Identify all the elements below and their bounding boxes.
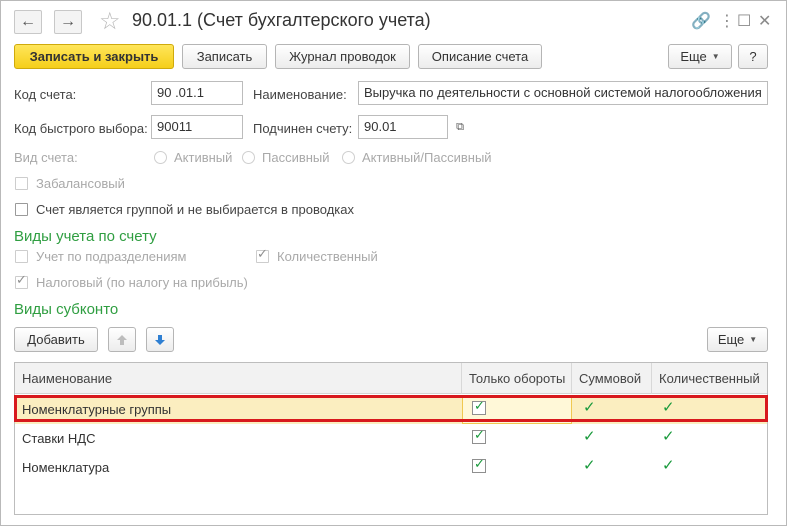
account-type-label: Вид счета: <box>14 150 78 165</box>
column-header-sum[interactable]: Суммовой <box>572 363 652 394</box>
account-description-button[interactable]: Описание счета <box>418 44 542 69</box>
more-button[interactable]: Еще ▼ <box>668 44 732 69</box>
forward-button[interactable]: → <box>54 10 82 34</box>
radio-passive[interactable] <box>242 151 255 164</box>
journal-button[interactable]: Журнал проводок <box>275 44 410 69</box>
quantity-check-icon: ✓ <box>662 428 675 445</box>
quick-code-field[interactable]: 90011 <box>151 115 243 139</box>
page-title: 90.01.1 (Счет бухгалтерского учета) <box>132 10 431 30</box>
division-label: Учет по подразделениям <box>36 249 187 264</box>
quantitative-label: Количественный <box>277 249 378 264</box>
sum-check-icon: ✓ <box>583 428 596 445</box>
turnover-checkbox[interactable]: ✓ <box>472 457 486 473</box>
subconto-table: Наименование Только обороты Суммовой Кол… <box>14 362 768 515</box>
sum-check-icon: ✓ <box>583 399 596 416</box>
chevron-down-icon: ▼ <box>711 52 720 61</box>
subconto-more-label: Еще <box>717 332 745 347</box>
quick-code-label: Код быстрого выбора: <box>14 121 148 136</box>
link-icon[interactable]: 🔗 <box>691 11 711 31</box>
radio-active[interactable] <box>154 151 167 164</box>
column-header-turnover[interactable]: Только обороты <box>462 363 572 394</box>
parent-account-label: Подчинен счету: <box>253 121 353 136</box>
column-header-name[interactable]: Наименование <box>15 363 462 394</box>
table-row[interactable]: Ставки НДС ✓ ✓ ✓ <box>15 424 767 453</box>
table-row[interactable]: Номенклатура ✓ ✓ ✓ <box>15 453 767 482</box>
group-checkbox[interactable] <box>15 203 28 216</box>
maximize-icon[interactable]: ☐ <box>737 11 751 31</box>
group-label: Счет является группой и не выбирается в … <box>36 202 354 217</box>
quantitative-checkbox[interactable]: ✓ <box>256 247 269 263</box>
account-form-window: ← → ☆ 90.01.1 (Счет бухгалтерского учета… <box>0 0 787 526</box>
tax-label: Налоговый (по налогу на прибыль) <box>36 275 248 290</box>
tax-checkbox[interactable]: ✓ <box>15 273 28 289</box>
radio-active-passive[interactable] <box>342 151 355 164</box>
name-field[interactable]: Выручка по деятельности с основной систе… <box>358 81 768 105</box>
offbalance-checkbox[interactable] <box>15 177 28 190</box>
open-icon[interactable]: ⧉ <box>450 116 470 138</box>
radio-active-passive-label: Активный/Пассивный <box>362 150 492 165</box>
help-button[interactable]: ? <box>738 44 768 69</box>
close-icon[interactable]: ✕ <box>758 11 771 31</box>
sum-check-icon: ✓ <box>583 457 596 474</box>
row-name: Ставки НДС <box>22 431 96 446</box>
division-checkbox[interactable] <box>15 250 28 263</box>
quantity-check-icon: ✓ <box>662 457 675 474</box>
move-down-button[interactable] <box>146 327 174 352</box>
more-button-label: Еще <box>680 49 707 64</box>
subconto-more-button[interactable]: Еще ▼ <box>707 327 768 352</box>
column-header-quantity[interactable]: Количественный <box>652 363 767 394</box>
subconto-section-title: Виды субконто <box>14 301 119 318</box>
row-name: Номенклатура <box>22 460 110 475</box>
chevron-down-icon: ▼ <box>749 335 758 344</box>
save-and-close-button[interactable]: Записать и закрыть <box>14 44 174 69</box>
name-label: Наименование: <box>253 87 347 102</box>
save-button[interactable]: Записать <box>182 44 267 69</box>
row-name: Номенклатурные группы <box>22 402 172 417</box>
radio-passive-label: Пассивный <box>262 150 330 165</box>
more-vertical-icon[interactable]: ⋮ <box>719 11 735 31</box>
code-label: Код счета: <box>14 87 77 102</box>
arrow-right-icon: → <box>60 13 76 30</box>
quantity-check-icon: ✓ <box>662 399 675 416</box>
back-button[interactable]: ← <box>14 10 42 34</box>
table-header: Наименование Только обороты Суммовой Кол… <box>15 363 767 394</box>
title-bar: ← → ☆ 90.01.1 (Счет бухгалтерского учета… <box>1 1 786 43</box>
table-row[interactable]: Номенклатурные группы ✓ ✓ ✓ <box>15 395 767 424</box>
move-up-button[interactable] <box>108 327 136 352</box>
star-icon[interactable]: ☆ <box>99 7 121 36</box>
arrow-left-icon: ← <box>20 13 36 30</box>
radio-active-label: Активный <box>174 150 233 165</box>
arrow-up-icon <box>117 334 127 345</box>
accounting-section-title: Виды учета по счету <box>14 228 157 245</box>
arrow-down-icon <box>155 334 165 345</box>
turnover-checkbox[interactable]: ✓ <box>472 399 486 415</box>
add-button[interactable]: Добавить <box>14 327 98 352</box>
parent-account-field[interactable]: 90.01 <box>358 115 448 139</box>
offbalance-label: Забалансовый <box>36 176 125 191</box>
code-field[interactable]: 90 .01.1 <box>151 81 243 105</box>
turnover-checkbox[interactable]: ✓ <box>472 428 486 444</box>
